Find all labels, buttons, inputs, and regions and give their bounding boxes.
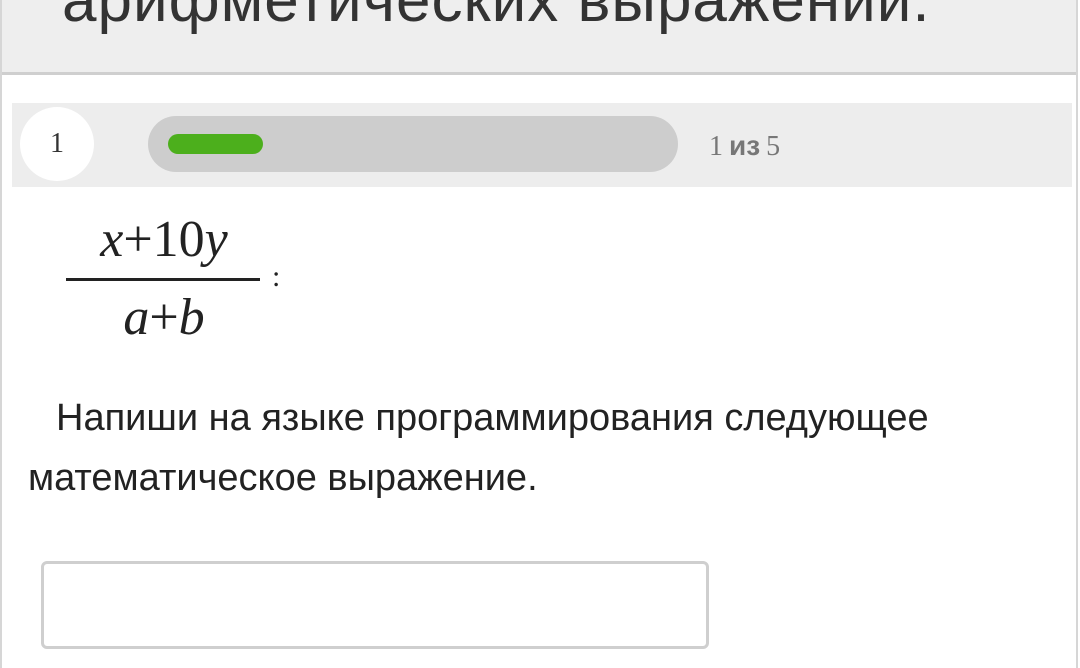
formula-denominator: a+b — [64, 288, 264, 348]
formula-colon: : — [272, 260, 281, 293]
plus-sign: + — [149, 289, 179, 346]
step-number-badge: 1 — [20, 107, 94, 181]
var-a: a — [123, 289, 150, 346]
progress-of-label: из — [729, 130, 761, 161]
fraction-bar — [66, 278, 260, 281]
progress-bar-fill — [168, 134, 263, 154]
progress-bar — [148, 116, 678, 172]
page-header: арифметических выражений. — [2, 0, 1076, 75]
var-x: x — [100, 211, 124, 268]
answer-input[interactable] — [41, 561, 709, 649]
quiz-page: арифметических выражений. 1 1 из 5 x+10y a… — [0, 0, 1078, 668]
task-instruction: Напиши на языке программирования следующ… — [28, 397, 929, 499]
formula-numerator: x+10y — [64, 210, 264, 270]
plus-sign: + — [123, 211, 153, 268]
progress-row: 1 1 из 5 — [12, 103, 1072, 187]
var-y: y — [204, 211, 228, 268]
progress-counter: 1 из 5 — [709, 130, 780, 163]
progress-total: 5 — [766, 131, 781, 162]
number-10: 10 — [152, 211, 205, 268]
progress-current: 1 — [709, 131, 723, 162]
var-b: b — [178, 289, 205, 346]
page-title: арифметических выражений. — [62, 0, 931, 35]
